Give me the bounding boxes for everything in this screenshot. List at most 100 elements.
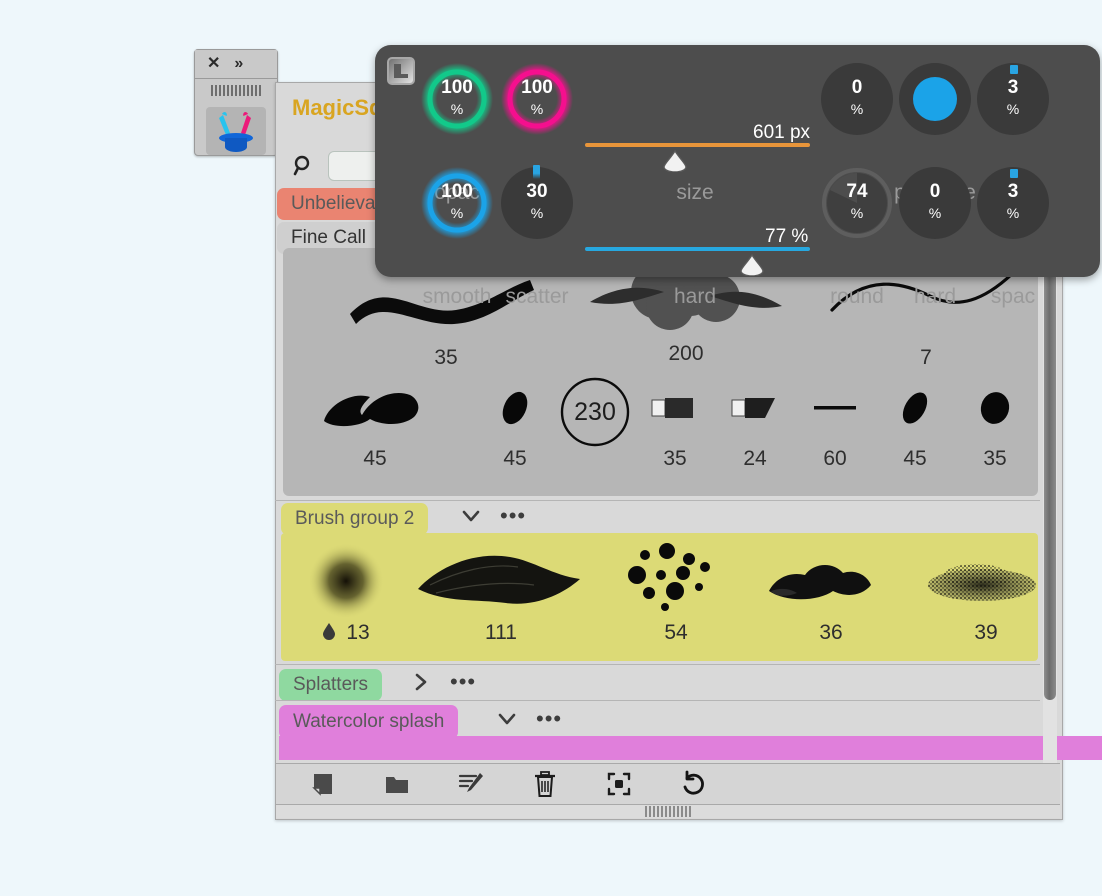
magic-hat-brushes-icon[interactable]: [206, 107, 266, 155]
brush-size-label: 36: [741, 621, 921, 645]
knob-unit: %: [421, 205, 493, 221]
more-options-icon[interactable]: •••: [500, 510, 526, 522]
search-icon: [292, 154, 316, 178]
knob-unit: %: [501, 205, 573, 221]
knob-value: 100: [421, 181, 493, 203]
knob-marker: [1010, 65, 1018, 74]
size-readout: 601 px: [753, 122, 810, 144]
knob-value: 100: [501, 77, 573, 99]
panel-toggle-icon[interactable]: [385, 55, 417, 87]
brush-size-label: 7: [791, 346, 1061, 370]
knob-round[interactable]: 74 %: [821, 167, 893, 239]
more-options-icon[interactable]: •••: [450, 676, 476, 688]
brush-grid-watercolor-splash: [279, 736, 1102, 760]
knob-unit: %: [977, 101, 1049, 117]
group-label: Brush group 2: [295, 508, 414, 530]
brush-edit-icon[interactable]: [454, 767, 488, 801]
page-corner-icon[interactable]: [306, 767, 340, 801]
knob-marker: [1010, 169, 1018, 178]
knob-spac[interactable]: 3 %: [977, 167, 1049, 239]
folder-icon[interactable]: [380, 767, 414, 801]
brush-item[interactable]: 45: [295, 383, 455, 471]
app-title-text: MagicSq: [292, 95, 382, 120]
knob-hard[interactable]: 0 %: [899, 167, 971, 239]
brush-size-label: 54: [596, 621, 756, 645]
brush-item[interactable]: 7: [791, 266, 1061, 370]
drop-icon: [322, 622, 336, 645]
drag-grip[interactable]: [211, 85, 261, 96]
chevron-right-icon[interactable]: [410, 671, 432, 693]
knob-smooth[interactable]: 100 %: [421, 167, 493, 239]
knob-value: 0: [821, 77, 893, 99]
chevron-down-icon[interactable]: [496, 708, 518, 730]
close-icon[interactable]: ✕: [207, 56, 220, 72]
group-tab-brush-group-2[interactable]: Brush group 2: [281, 503, 428, 535]
hard-slider-handle[interactable]: [739, 254, 765, 281]
brush-size-label: 45: [435, 447, 595, 471]
hard-readout: 77 %: [765, 226, 808, 248]
brush-size-label: 45: [295, 447, 455, 471]
knob-label-scatter: scatter: [482, 285, 592, 309]
dots-scatter-art: [621, 541, 731, 619]
crop-frame-icon[interactable]: [602, 767, 636, 801]
group-label: Splatters: [293, 674, 368, 696]
brush-grid-brush-group-2: 13 111 54 36: [281, 533, 1038, 661]
trash-icon[interactable]: [528, 767, 562, 801]
size-slider-track[interactable]: [585, 143, 810, 147]
chevron-down-icon[interactable]: [460, 505, 482, 527]
knob-unit: %: [821, 101, 893, 117]
page-title: MagicSq: [292, 95, 382, 121]
soft-airbrush-art: [296, 541, 396, 619]
knob-unit: %: [501, 101, 573, 117]
scrollbar-thumb[interactable]: [1044, 250, 1056, 700]
ribbon-stroke-art: [414, 541, 589, 619]
bottom-toolbar: [276, 763, 1060, 805]
knob-unit: %: [899, 205, 971, 221]
expand-icon[interactable]: »: [234, 56, 243, 72]
knob-flow[interactable]: 100 %: [501, 63, 573, 135]
resize-grip[interactable]: [645, 806, 691, 817]
knob-value: 3: [977, 77, 1049, 99]
brush-item[interactable]: 36: [741, 541, 921, 645]
knob-marker: [533, 165, 540, 179]
knob-unit: %: [977, 205, 1049, 221]
group-controls: •••: [410, 671, 476, 693]
knob-value: 30: [501, 181, 573, 203]
group-label: Watercolor splash: [293, 711, 444, 733]
undo-arrow-icon[interactable]: [676, 767, 710, 801]
slider-label-size: size: [640, 181, 750, 205]
brush-item[interactable]: 35: [311, 266, 581, 370]
knob-pressure[interactable]: [899, 63, 971, 135]
group-tab-splatters[interactable]: Splatters: [279, 669, 382, 701]
size-slider-handle[interactable]: [662, 150, 688, 177]
knob-label-spac: spac: [958, 285, 1068, 309]
launcher-titlebar: ✕ »: [195, 50, 277, 79]
hard-slider-track[interactable]: [585, 247, 810, 251]
brush-item[interactable]: 111: [411, 541, 591, 645]
knob-opac[interactable]: 100 %: [421, 63, 493, 135]
brush-size-label: 200: [551, 342, 821, 366]
brush-item[interactable]: 13: [291, 541, 401, 645]
knob-scatter[interactable]: 30 %: [501, 167, 573, 239]
group-label: Fine Call: [291, 227, 366, 249]
scribble-blob-art: [318, 383, 433, 433]
slider-label-hard: hard: [640, 285, 750, 309]
speckled-blob-art: [916, 541, 1056, 619]
more-options-icon[interactable]: •••: [536, 713, 562, 725]
list-divider: [275, 664, 1040, 665]
knob-jitter[interactable]: 3 %: [977, 63, 1049, 135]
brush-item[interactable]: 54: [596, 541, 756, 645]
brush-size-label: 35: [311, 346, 581, 370]
knob-sizj[interactable]: 0 %: [821, 63, 893, 135]
brush-size-label: 13: [346, 621, 369, 645]
list-divider: [275, 500, 1040, 501]
pressure-active-indicator: [913, 77, 957, 121]
round-ellipse-art: [966, 383, 1024, 433]
rough-blob-art: [761, 541, 901, 619]
brush-settings-toolbar: 100 % opac 100 % flow 100 % smooth 30 % …: [375, 45, 1100, 277]
launcher-window: ✕ »: [194, 49, 278, 156]
group-tab-watercolor-splash[interactable]: Watercolor splash: [279, 705, 458, 739]
launcher-body: [195, 85, 277, 161]
group-controls: •••: [496, 708, 562, 730]
knob-unit: %: [421, 101, 493, 117]
